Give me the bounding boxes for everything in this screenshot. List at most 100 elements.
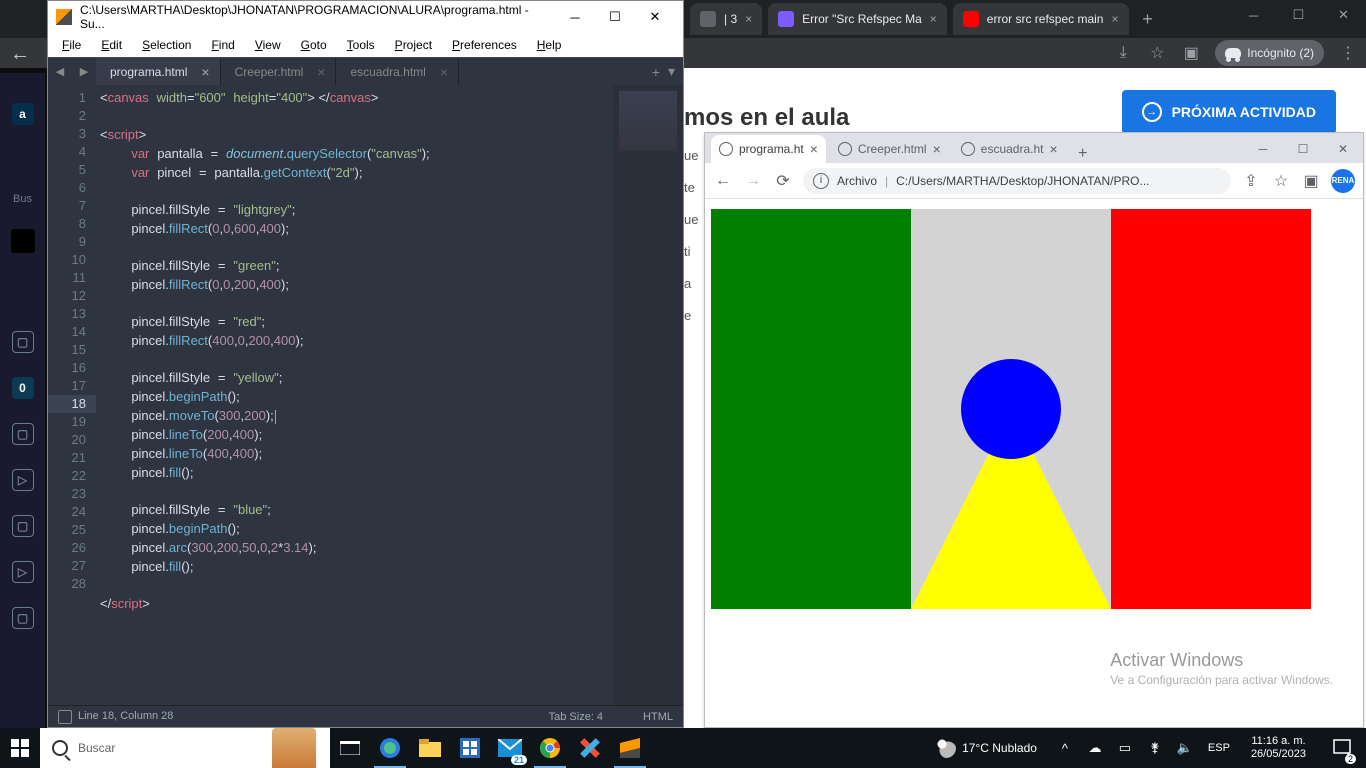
editor-body[interactable]: 1234567891011121314151617181920212223242…: [48, 85, 683, 705]
bg-tab-3[interactable]: error src refspec main×: [953, 3, 1129, 35]
share-icon[interactable]: ⇪: [1241, 171, 1261, 191]
url-sep: |: [885, 174, 888, 188]
status-icon[interactable]: [58, 710, 72, 724]
extensions-icon[interactable]: ▣: [1301, 171, 1321, 191]
menu-project[interactable]: Project: [387, 36, 440, 54]
minimize-button[interactable]: ─: [1231, 0, 1276, 30]
bg-sidebar-item[interactable]: ▷: [12, 469, 34, 491]
menu-tools[interactable]: Tools: [339, 36, 383, 54]
bg-sidebar-item[interactable]: ▢: [12, 607, 34, 629]
taskbar-app-git[interactable]: [570, 728, 610, 768]
next-activity-button[interactable]: → PRÓXIMA ACTIVIDAD: [1122, 90, 1336, 134]
bg-sidebar-item[interactable]: ▷: [12, 561, 34, 583]
tray-chevron-icon[interactable]: ^: [1055, 728, 1075, 768]
incognito-badge[interactable]: Incógnito (2): [1215, 40, 1324, 66]
bg-tab-2[interactable]: Error "Src Refspec Ma×: [768, 3, 947, 35]
status-tabsize[interactable]: Tab Size: 4: [549, 711, 603, 723]
bg-sidebar-item-active[interactable]: 0: [12, 377, 34, 399]
favicon-icon: [700, 11, 716, 27]
taskbar-app-mail[interactable]: 21: [490, 728, 530, 768]
taskbar-app-sublime[interactable]: [610, 728, 650, 768]
download-icon[interactable]: ⤓: [1113, 43, 1133, 63]
menu-preferences[interactable]: Preferences: [444, 36, 525, 54]
maximize-button[interactable]: ☐: [1283, 135, 1323, 163]
taskbar-app-store[interactable]: [450, 728, 490, 768]
editor-tab-programa[interactable]: programa.html×: [96, 58, 221, 85]
tab-next-icon[interactable]: ▶: [72, 58, 96, 85]
status-language[interactable]: HTML: [643, 711, 673, 723]
bg-sidebar-item[interactable]: [11, 229, 35, 253]
close-icon[interactable]: ×: [810, 141, 818, 157]
back-arrow-icon[interactable]: ←: [10, 43, 30, 66]
chrome-tab-programa[interactable]: programa.ht ×: [711, 135, 826, 163]
menu-help[interactable]: Help: [529, 36, 570, 54]
menu-goto[interactable]: Goto: [293, 36, 335, 54]
bg-sidebar-item[interactable]: ▢: [12, 331, 34, 353]
star-icon[interactable]: ☆: [1147, 43, 1167, 63]
profile-avatar[interactable]: RENA: [1331, 169, 1355, 193]
maximize-button[interactable]: ☐: [595, 3, 635, 31]
menu-find[interactable]: Find: [203, 36, 242, 54]
tab-menu-icon[interactable]: ▾: [668, 63, 675, 80]
editor-tab-creeper[interactable]: Creeper.html×: [221, 58, 337, 85]
globe-icon: [719, 142, 733, 156]
close-button[interactable]: ✕: [1321, 0, 1366, 30]
tray-wifi-icon[interactable]: ⚵: [1145, 728, 1165, 768]
info-icon[interactable]: i: [813, 173, 829, 189]
close-icon[interactable]: ×: [933, 141, 941, 157]
bg-tab-label: | 3: [724, 12, 737, 26]
maximize-button[interactable]: ☐: [1276, 0, 1321, 30]
minimize-button[interactable]: ─: [555, 3, 595, 31]
close-button[interactable]: ✕: [1323, 135, 1363, 163]
chrome-tab-escuadra[interactable]: escuadra.ht×: [953, 135, 1066, 163]
close-icon[interactable]: ×: [201, 64, 209, 80]
taskbar-clock[interactable]: 11:16 a. m. 26/05/2023: [1243, 735, 1314, 761]
bg-sidebar-item[interactable]: ▢: [12, 515, 34, 537]
taskbar-app-explorer[interactable]: [410, 728, 450, 768]
close-icon[interactable]: ×: [1050, 141, 1058, 157]
reload-button[interactable]: ⟳: [773, 171, 793, 191]
close-icon[interactable]: ×: [317, 64, 325, 80]
menu-file[interactable]: File: [54, 36, 89, 54]
tab-prev-icon[interactable]: ◀: [48, 58, 72, 85]
taskbar-search[interactable]: Buscar: [40, 728, 330, 768]
menu-edit[interactable]: Edit: [93, 36, 130, 54]
close-button[interactable]: ✕: [635, 3, 675, 31]
start-button[interactable]: [0, 728, 40, 768]
sublime-menubar: File Edit Selection Find View Goto Tools…: [48, 33, 683, 57]
close-icon[interactable]: ×: [745, 12, 752, 26]
tray-meet-icon[interactable]: ▭: [1115, 728, 1135, 768]
canvas-blue-circle: [961, 359, 1061, 459]
weather-widget[interactable]: 17°C Nublado: [928, 738, 1045, 758]
close-icon[interactable]: ×: [930, 12, 937, 26]
url-field[interactable]: i Archivo | C:/Users/MARTHA/Desktop/JHON…: [803, 168, 1231, 194]
menu-selection[interactable]: Selection: [134, 36, 199, 54]
tray-language[interactable]: ESP: [1205, 728, 1233, 768]
close-icon[interactable]: ×: [440, 64, 448, 80]
minimize-button[interactable]: ─: [1243, 135, 1283, 163]
menu-view[interactable]: View: [247, 36, 289, 54]
bg-tab-1[interactable]: | 3 ×: [690, 3, 762, 35]
minimap[interactable]: [613, 85, 683, 705]
code-area[interactable]: <canvas width="600" height="400"> </canv…: [96, 85, 613, 705]
menu-icon[interactable]: ⋮: [1338, 43, 1358, 63]
chrome-tab-creeper[interactable]: Creeper.html×: [830, 135, 949, 163]
bg-sidebar-item[interactable]: ▢: [12, 423, 34, 445]
taskbar-app-edge[interactable]: [370, 728, 410, 768]
extensions-icon[interactable]: ▣: [1181, 43, 1201, 63]
taskbar-app-chrome[interactable]: [530, 728, 570, 768]
tray-volume-icon[interactable]: 🔈: [1175, 728, 1195, 768]
mail-badge: 21: [511, 755, 527, 765]
star-icon[interactable]: ☆: [1271, 171, 1291, 191]
editor-tab-escuadra[interactable]: escuadra.html×: [336, 58, 459, 85]
taskview-icon[interactable]: [330, 728, 370, 768]
new-tab-button[interactable]: +: [1070, 145, 1096, 163]
new-tab-icon[interactable]: +: [652, 64, 660, 80]
tab-label: programa.ht: [739, 142, 804, 156]
close-icon[interactable]: ×: [1111, 12, 1118, 26]
back-button[interactable]: ←: [713, 171, 733, 191]
tray-onedrive-icon[interactable]: ☁: [1085, 728, 1105, 768]
notification-button[interactable]: 2: [1324, 728, 1360, 768]
sublime-titlebar[interactable]: C:\Users\MARTHA\Desktop\JHONATAN\PROGRAM…: [48, 1, 683, 33]
new-tab-button[interactable]: +: [1135, 6, 1161, 32]
